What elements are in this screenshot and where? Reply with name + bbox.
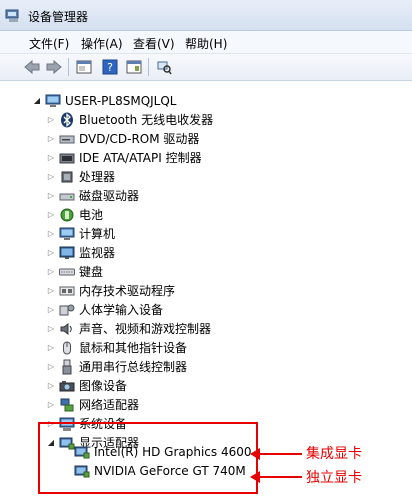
battery-icon (59, 207, 75, 223)
optical-drive-icon (59, 131, 75, 147)
tree-category-hid[interactable]: ▷ 人体学输入设备 (46, 300, 163, 319)
menu-file[interactable]: 文件(F) (29, 35, 69, 52)
menu-view[interactable]: 查看(V) (133, 35, 175, 52)
network-icon (59, 397, 75, 413)
tree-category-monitor[interactable]: ▷ 监视器 (46, 243, 115, 262)
processor-icon (59, 169, 75, 185)
category-label: 键盘 (79, 265, 104, 279)
disk-drive-icon (59, 188, 75, 204)
category-label: 磁盘驱动器 (79, 189, 140, 203)
keyboard-icon (59, 264, 75, 280)
scan-hardware-icon[interactable] (154, 57, 174, 77)
tree-root[interactable]: ◢ USER-PL8SMQJLQL (32, 91, 177, 110)
category-label: 网络适配器 (79, 398, 140, 412)
expand-arrow-icon[interactable]: ▷ (46, 210, 56, 220)
expand-arrow-icon[interactable]: ▷ (46, 115, 56, 125)
category-label: 通用串行总线控制器 (79, 360, 188, 374)
device-manager-icon (5, 7, 21, 26)
annotation-arrowhead (250, 471, 260, 483)
menu-bar: 文件(F) 操作(A) 查看(V) 帮助(H) (0, 31, 412, 54)
category-label: IDE ATA/ATAPI 控制器 (79, 151, 202, 165)
hid-icon (59, 302, 75, 318)
tree-root-label: USER-PL8SMQJLQL (65, 93, 177, 108)
title-bar: 设备管理器 (0, 0, 412, 31)
expand-arrow-icon[interactable]: ▷ (46, 400, 56, 410)
help-icon[interactable]: ? (100, 57, 120, 77)
tree-category-memory[interactable]: ▷ 内存技术驱动程序 (46, 281, 175, 300)
annotation-arrow (258, 476, 302, 478)
toolbar-separator (68, 58, 69, 76)
expand-arrow-icon[interactable]: ▷ (46, 134, 56, 144)
tree-category-ide-controller[interactable]: ▷ IDE ATA/ATAPI 控制器 (46, 148, 202, 167)
properties-icon[interactable] (74, 57, 94, 77)
expand-arrow-icon[interactable]: ▷ (46, 172, 56, 182)
tree-category-optical-drive[interactable]: ▷ DVD/CD-ROM 驱动器 (46, 129, 200, 148)
category-label: DVD/CD-ROM 驱动器 (79, 132, 200, 146)
menu-help[interactable]: 帮助(H) (185, 35, 227, 52)
toolbar-separator (148, 58, 149, 76)
category-label: 人体学输入设备 (79, 303, 164, 317)
tree-category-disk-drive[interactable]: ▷ 磁盘驱动器 (46, 186, 139, 205)
ide-controller-icon (59, 150, 75, 166)
monitor-icon (59, 245, 75, 261)
tree-category-bluetooth[interactable]: ▷ Bluetooth 无线电收发器 (46, 110, 213, 129)
annotation-arrow (258, 453, 302, 455)
tree-category-keyboard[interactable]: ▷ 键盘 (46, 262, 103, 281)
expand-arrow-icon[interactable]: ▷ (46, 305, 56, 315)
bluetooth-icon (59, 112, 75, 128)
category-label: 声音、视频和游戏控制器 (79, 322, 212, 336)
annotation-arrowhead (250, 448, 260, 460)
tree-category-processor[interactable]: ▷ 处理器 (46, 167, 115, 186)
category-label: Bluetooth 无线电收发器 (79, 113, 214, 127)
sound-icon (59, 321, 75, 337)
mouse-icon (59, 340, 75, 356)
tree-category-network[interactable]: ▷ 网络适配器 (46, 395, 139, 414)
toolbar: ? (0, 54, 412, 81)
tree-category-camera[interactable]: ▷ 图像设备 (46, 376, 127, 395)
expand-arrow-icon[interactable]: ▷ (46, 324, 56, 334)
expand-arrow-icon[interactable]: ▷ (46, 381, 56, 391)
usb-icon (59, 359, 75, 375)
annotation-box (38, 422, 258, 494)
forward-icon[interactable] (44, 57, 64, 77)
collapse-arrow-icon[interactable]: ◢ (32, 96, 42, 106)
tree-category-usb[interactable]: ▷ 通用串行总线控制器 (46, 357, 187, 376)
category-label: 计算机 (79, 227, 116, 241)
memory-icon (59, 283, 75, 299)
window-title: 设备管理器 (28, 10, 89, 24)
expand-arrow-icon[interactable]: ▷ (46, 343, 56, 353)
expand-arrow-icon[interactable]: ▷ (46, 191, 56, 201)
category-label: 处理器 (79, 170, 116, 184)
tree-category-mouse[interactable]: ▷ 鼠标和其他指针设备 (46, 338, 187, 357)
category-label: 电池 (79, 208, 104, 222)
expand-arrow-icon[interactable]: ▷ (46, 267, 56, 277)
back-icon[interactable] (22, 57, 42, 77)
tree-category-sound[interactable]: ▷ 声音、视频和游戏控制器 (46, 319, 211, 338)
computer-icon (59, 226, 75, 242)
svg-text:?: ? (107, 61, 113, 74)
annotation-discrete: 独立显卡 (306, 470, 362, 486)
category-label: 鼠标和其他指针设备 (79, 341, 188, 355)
tree-category-computer[interactable]: ▷ 计算机 (46, 224, 115, 243)
camera-icon (59, 378, 75, 394)
tree-category-battery[interactable]: ▷ 电池 (46, 205, 103, 224)
expand-arrow-icon[interactable]: ▷ (46, 362, 56, 372)
category-label: 监视器 (79, 246, 116, 260)
category-label: 图像设备 (79, 379, 128, 393)
computer-icon (45, 93, 61, 109)
annotation-integrated: 集成显卡 (306, 446, 362, 462)
expand-arrow-icon[interactable]: ▷ (46, 229, 56, 239)
menu-action[interactable]: 操作(A) (81, 35, 123, 52)
show-hidden-icon[interactable] (124, 57, 144, 77)
expand-arrow-icon[interactable]: ▷ (46, 248, 56, 258)
expand-arrow-icon[interactable]: ▷ (46, 153, 56, 163)
expand-arrow-icon[interactable]: ▷ (46, 286, 56, 296)
category-label: 内存技术驱动程序 (79, 284, 176, 298)
